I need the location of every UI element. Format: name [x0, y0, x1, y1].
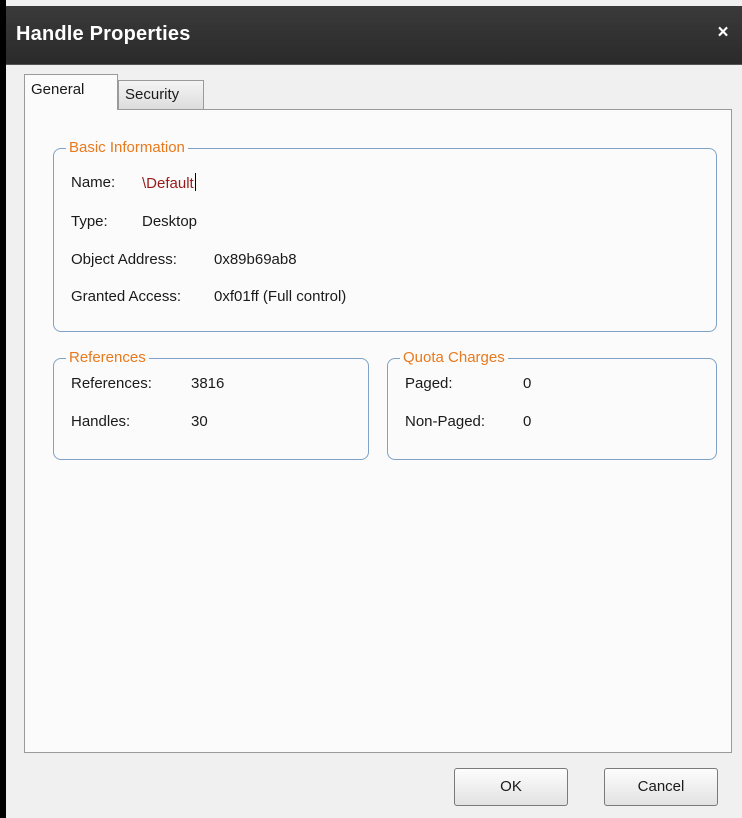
name-field[interactable]: \Default: [142, 173, 196, 194]
general-tab-panel: Basic Information Name: \Default Type: D…: [24, 109, 732, 753]
basic-information-group: Basic Information Name: \Default Type: D…: [53, 138, 717, 332]
type-value[interactable]: Desktop: [142, 212, 197, 232]
granted-access-value[interactable]: 0xf01ff (Full control): [214, 287, 346, 307]
text-caret: [194, 173, 196, 191]
ok-button[interactable]: OK: [454, 768, 568, 806]
close-icon[interactable]: ×: [712, 22, 734, 44]
object-address-label: Object Address:: [71, 251, 177, 268]
name-label: Name:: [71, 174, 116, 191]
references-group: References References: 3816 Handles: 30: [53, 348, 369, 460]
quota-charges-group: Quota Charges Paged: 0 Non-Paged: 0: [387, 348, 717, 460]
tab-security[interactable]: Security: [118, 80, 204, 110]
tab-general[interactable]: General: [24, 74, 118, 110]
handle-properties-window: Handle Properties × General Security Bas…: [6, 0, 742, 818]
paged-label: Paged:: [405, 375, 453, 392]
object-address-value[interactable]: 0x89b69ab8: [214, 250, 297, 270]
references-legend: References: [66, 348, 149, 368]
window-title: Handle Properties: [16, 23, 191, 45]
references-label: References:: [71, 375, 152, 392]
granted-access-label: Granted Access:: [71, 288, 182, 305]
paged-value: 0: [523, 375, 532, 392]
non-paged-label: Non-Paged:: [405, 413, 486, 430]
references-value: 3816: [191, 375, 225, 392]
handles-label: Handles:: [71, 413, 131, 430]
cancel-button[interactable]: Cancel: [604, 768, 718, 806]
title-bar[interactable]: Handle Properties ×: [6, 6, 742, 65]
quota-charges-legend: Quota Charges: [400, 348, 508, 368]
name-value: \Default: [142, 175, 194, 192]
non-paged-value: 0: [523, 413, 532, 430]
type-label: Type:: [71, 213, 108, 230]
basic-information-legend: Basic Information: [66, 138, 188, 158]
handles-value: 30: [191, 413, 208, 430]
